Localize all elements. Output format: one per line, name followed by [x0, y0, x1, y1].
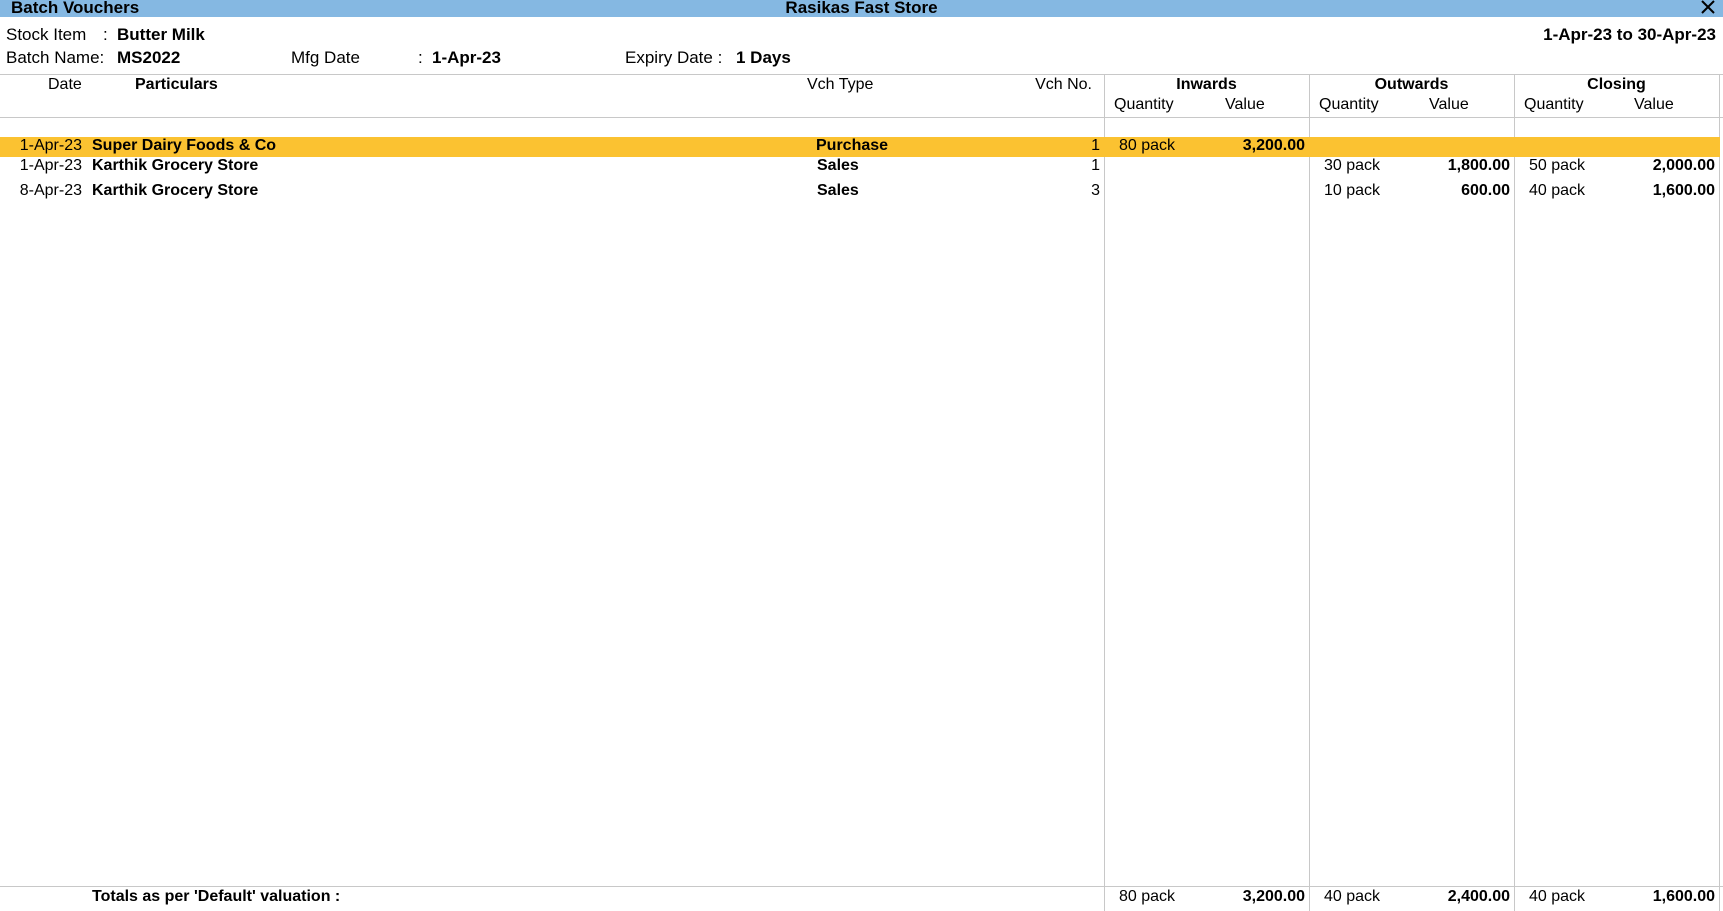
- col-outwards: Outwards: [1374, 76, 1449, 93]
- mfg-date-label: Mfg Date: [291, 48, 360, 67]
- row-date: 1-Apr-23: [19, 137, 82, 154]
- col-inwards: Inwards: [1176, 76, 1237, 93]
- col-closing: Closing: [1587, 76, 1646, 93]
- mfg-date-value: 1-Apr-23: [432, 48, 501, 67]
- mfg-date-sep: :: [418, 48, 423, 67]
- expiry-date-value: 1 Days: [736, 48, 791, 67]
- expiry-date-label: Expiry Date :: [625, 48, 723, 67]
- row-vch-no: 1: [1091, 157, 1100, 174]
- col-outwards-value: Value: [1429, 96, 1469, 113]
- col-vch-type: Vch Type: [807, 76, 874, 93]
- company-name: Rasikas Fast Store: [785, 0, 938, 17]
- row-vch-type: Purchase: [816, 137, 889, 154]
- col-inwards-value: Value: [1225, 96, 1265, 113]
- row-date: 8-Apr-23: [19, 182, 82, 199]
- right-edge-divider: [1719, 74, 1720, 911]
- title-bar: Batch Vouchers Rasikas Fast Store: [0, 0, 1723, 17]
- row-in-val: 3,200.00: [1242, 137, 1305, 154]
- totals-in-val: 3,200.00: [1242, 888, 1305, 905]
- outwards-column-divider: [1309, 74, 1310, 911]
- closing-column-divider: [1514, 74, 1515, 911]
- row-out-val: 600.00: [1461, 182, 1510, 199]
- header-top-divider: [0, 74, 1723, 75]
- row-vch-type: Sales: [817, 182, 859, 199]
- col-inwards-quantity: Quantity: [1114, 96, 1174, 113]
- row-vch-type: Sales: [817, 157, 859, 174]
- col-outwards-quantity: Quantity: [1319, 96, 1379, 113]
- totals-divider: [0, 886, 1723, 887]
- col-closing-value: Value: [1634, 96, 1674, 113]
- batch-name-label: Batch Name:: [6, 48, 105, 67]
- row-particulars[interactable]: Karthik Grocery Store: [92, 182, 258, 200]
- col-closing-quantity: Quantity: [1524, 96, 1584, 113]
- row-particulars[interactable]: Karthik Grocery Store: [92, 157, 258, 175]
- totals-cl-val: 1,600.00: [1652, 888, 1715, 905]
- row-particulars[interactable]: Super Dairy Foods & Co: [92, 137, 276, 155]
- close-icon[interactable]: [1699, 0, 1717, 16]
- col-date: Date: [48, 76, 82, 93]
- row-vch-no: 1: [1091, 137, 1100, 154]
- report-period[interactable]: 1-Apr-23 to 30-Apr-23: [1543, 25, 1716, 45]
- row-cl-val: 2,000.00: [1652, 157, 1715, 174]
- col-vch-no: Vch No.: [1035, 76, 1092, 93]
- inwards-column-divider: [1104, 74, 1105, 911]
- stock-item-sep: :: [103, 25, 108, 44]
- row-date: 1-Apr-23: [19, 157, 82, 174]
- stock-item-value: Butter Milk: [117, 25, 205, 44]
- stock-item-label: Stock Item: [6, 25, 87, 44]
- batch-name-value: MS2022: [117, 48, 181, 67]
- row-cl-val: 1,600.00: [1652, 182, 1715, 199]
- row-out-val: 1,800.00: [1447, 157, 1510, 174]
- col-particulars: Particulars: [135, 76, 218, 93]
- totals-label: Totals as per 'Default' valuation :: [92, 888, 341, 905]
- totals-out-val: 2,400.00: [1447, 888, 1510, 905]
- row-vch-no: 3: [1091, 182, 1100, 199]
- header-bottom-divider: [0, 117, 1723, 118]
